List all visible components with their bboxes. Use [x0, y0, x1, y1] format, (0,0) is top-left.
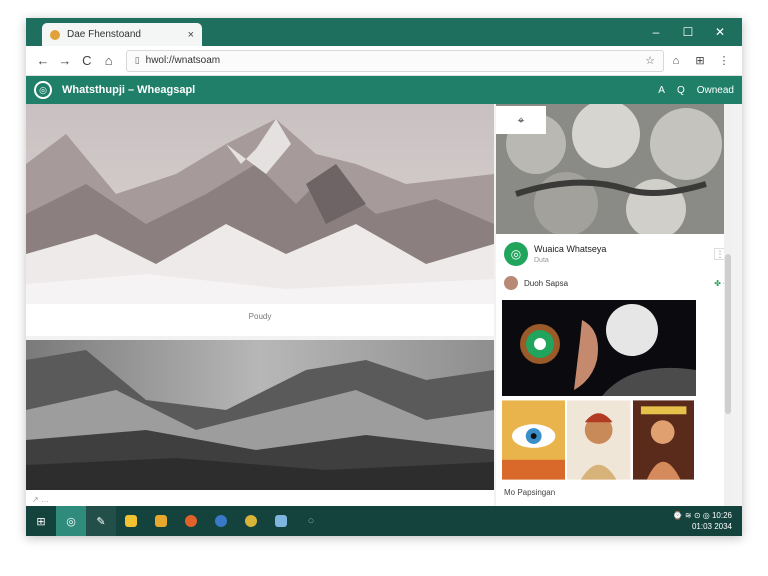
apps-icon[interactable]: ⊞ [688, 50, 712, 72]
back-icon[interactable]: ← [32, 50, 54, 72]
bookmark-star-icon[interactable]: ☆ [645, 54, 655, 67]
pen-icon: ✎ [96, 515, 106, 528]
figure-art-thumbnail[interactable] [632, 400, 694, 480]
main-content: Poudy ↗ … ⌖ ◎ Wuaica Whatseya Duta ⋮ Duo… [26, 104, 742, 506]
feed-card[interactable]: ↗ … [26, 340, 494, 506]
browser-menu-icon[interactable]: ⋮ [712, 50, 736, 72]
cortana-icon: ○ [307, 515, 315, 527]
tab-title: Dae Fhenstoand [67, 29, 141, 40]
windows-icon: ⊞ [36, 515, 46, 528]
browser-orange-icon [185, 515, 197, 527]
channel-subtitle: Duta [534, 257, 549, 264]
app-title: Whatsthupji – Wheagsapl [62, 84, 196, 96]
desert-dunes-image[interactable] [26, 340, 494, 490]
minimize-button[interactable]: – [640, 22, 672, 42]
user-name: Duoh Sapsa [524, 278, 569, 288]
channel-info: Wuaica Whatseya Duta [534, 244, 606, 264]
window-controls: – ☐ ✕ [640, 22, 736, 42]
feed-card[interactable]: Poudy [26, 104, 494, 336]
browser-toolbar-actions: ⌂ ⊞ ⋮ [664, 50, 736, 72]
image-feed: Poudy ↗ … [26, 104, 494, 506]
space-poster-image[interactable] [502, 300, 696, 396]
scrollbar-thumb[interactable] [725, 254, 731, 414]
avatar [504, 276, 518, 290]
portrait-art-thumbnail[interactable] [567, 400, 631, 480]
taskbar-store[interactable] [146, 506, 176, 536]
start-button[interactable]: ⊞ [26, 506, 56, 536]
extension-icon[interactable]: ⌂ [664, 50, 688, 72]
search-icon[interactable]: Q [677, 85, 685, 96]
store-icon [155, 515, 167, 527]
secure-icon: ▯ [134, 55, 140, 65]
user-row[interactable]: Duoh Sapsa ✤ • [504, 274, 726, 292]
whatsapp-logo-icon[interactable]: ◎ [34, 81, 52, 99]
channel-logo-icon: ◎ [504, 242, 528, 266]
forward-icon[interactable]: → [54, 50, 76, 72]
taskbar-folder[interactable] [116, 506, 146, 536]
mountain-snow-image[interactable] [26, 104, 494, 304]
app-light-icon [275, 515, 287, 527]
scrollbar[interactable] [724, 104, 732, 506]
card-footer: ↗ … [32, 495, 49, 504]
system-tray-clock[interactable]: ⌚ ≋ ⊙ ◎ 10:26 01:03 2034 [673, 510, 732, 532]
tab-favicon-icon [50, 29, 60, 40]
thumbnail-row [502, 400, 696, 480]
panel-footer: Mo Papsingan [504, 488, 556, 497]
title-bar: Dae Fhenstoand × – ☐ ✕ [26, 18, 742, 46]
folder-icon [125, 515, 137, 527]
channel-header[interactable]: ◎ Wuaica Whatseya Duta ⋮ [504, 240, 726, 268]
maximize-button[interactable]: ☐ [672, 22, 704, 42]
app-header: ◎ Whatsthupji – Wheagsapl A Q Ownead [26, 76, 742, 104]
whatsapp-icon: ◎ [66, 515, 76, 528]
taskbar-app-light[interactable] [266, 506, 296, 536]
app-header-actions: A Q Ownead [646, 85, 734, 96]
address-bar[interactable]: ▯ hwol://wnatsoam ☆ [125, 49, 664, 72]
browser-window: Dae Fhenstoand × – ☐ ✕ ← → C ⌂ ▯ hwol://… [26, 18, 742, 536]
font-size-icon[interactable]: A [658, 85, 665, 96]
header-menu-button[interactable]: Ownead [697, 85, 734, 96]
eye-art-thumbnail[interactable] [502, 400, 566, 480]
home-icon[interactable]: ⌂ [98, 50, 120, 72]
url-text[interactable]: hwol://wnatsoam [146, 55, 645, 66]
reload-icon[interactable]: C [76, 50, 98, 72]
crosshair-icon[interactable]: ⌖ [496, 106, 546, 134]
taskbar-whatsapp[interactable]: ◎ [56, 506, 86, 536]
tab-close-icon[interactable]: × [188, 29, 194, 41]
browser-tab[interactable]: Dae Fhenstoand × [42, 23, 202, 46]
browser-blue-icon [215, 515, 227, 527]
taskbar-browser-orange[interactable] [176, 506, 206, 536]
taskbar-app-dark[interactable]: ✎ [86, 506, 116, 536]
navigation-bar: ← → C ⌂ ▯ hwol://wnatsoam ☆ ⌂ ⊞ ⋮ [26, 46, 742, 76]
taskbar-cortana[interactable]: ○ [296, 506, 326, 536]
taskbar-browser-blue[interactable] [206, 506, 236, 536]
taskbar-chrome[interactable] [236, 506, 266, 536]
taskbar: ⊞ ◎ ✎ ○ ⌚ ≋ ⊙ ◎ 10:26 01:03 2034 [26, 506, 742, 536]
channel-panel: ⌖ ◎ Wuaica Whatseya Duta ⋮ Duoh Sapsa ✤ … [496, 104, 732, 506]
card-caption: Poudy [248, 312, 272, 321]
chrome-icon [245, 515, 257, 527]
channel-name: Wuaica Whatseya [534, 244, 607, 254]
close-button[interactable]: ✕ [704, 22, 736, 42]
